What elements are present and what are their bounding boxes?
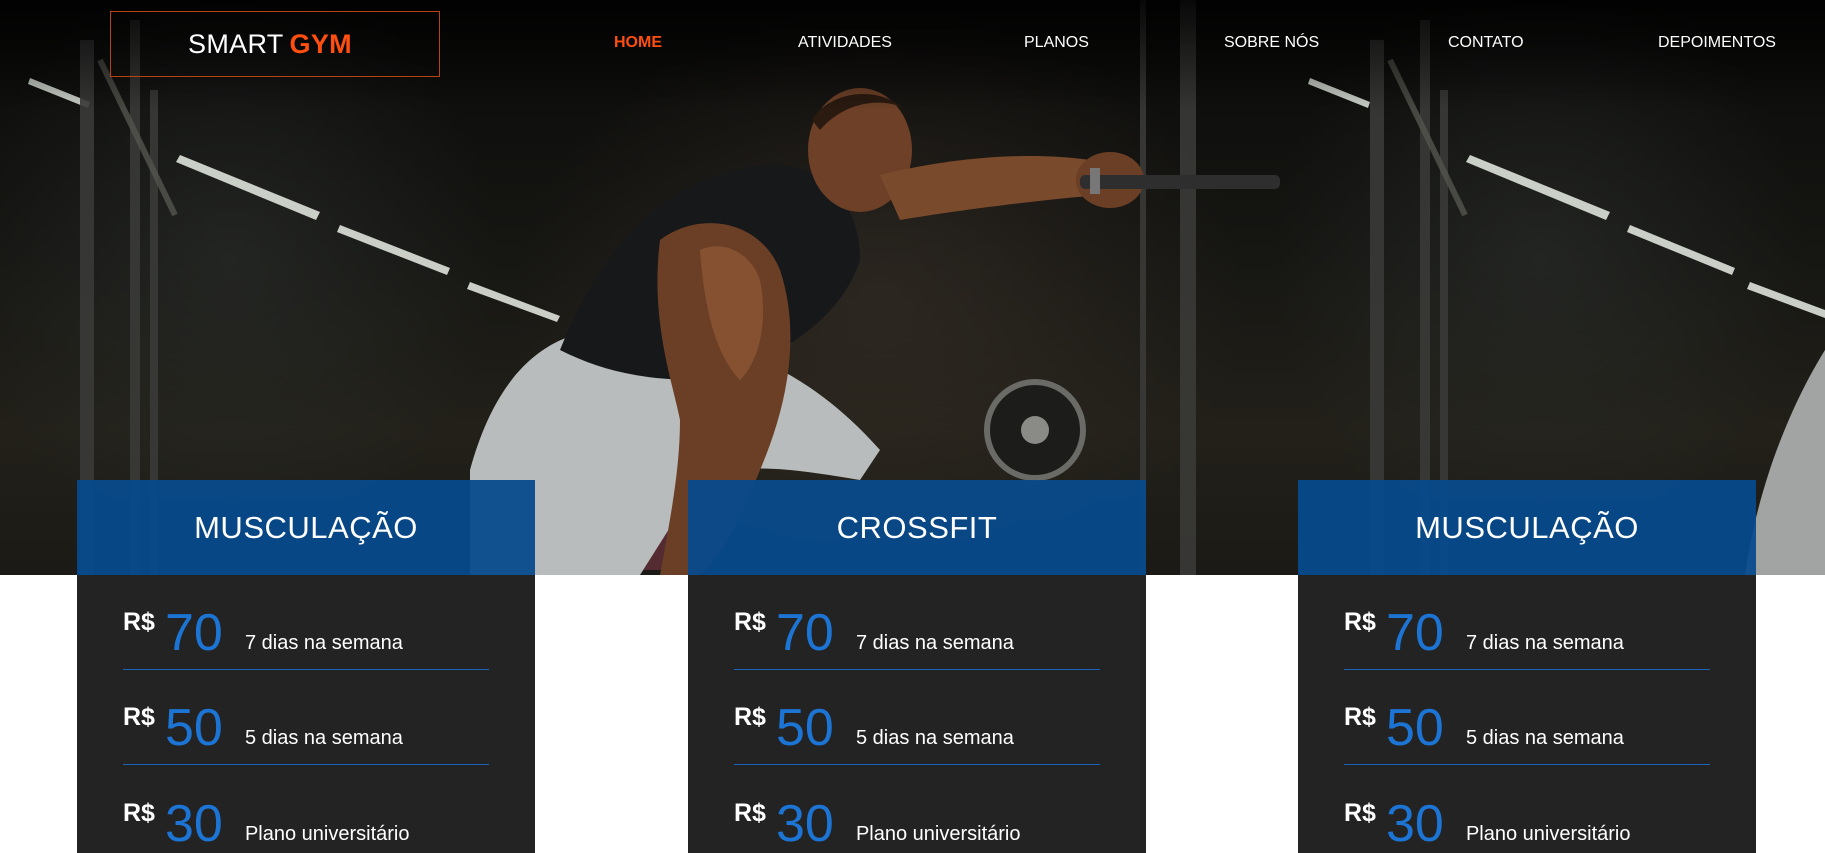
price-currency: R$ — [734, 799, 766, 827]
plan-title: MUSCULAÇÃO — [1415, 509, 1639, 545]
price-amount: 70 — [164, 604, 223, 662]
price-row[interactable]: R$ 30 Plano universitário — [734, 765, 1100, 853]
price-row[interactable]: R$ 30 Plano universitário — [1344, 765, 1710, 853]
price-amount: 30 — [775, 795, 834, 853]
plan-card-crossfit: CROSSFIT R$ 70 7 dias na semana R$ 50 5 … — [688, 480, 1146, 853]
plan-card-body: R$ 70 7 dias na semana R$ 50 5 dias na s… — [77, 575, 535, 853]
nav-sobre-nos[interactable]: SOBRE NÓS — [1224, 34, 1319, 52]
price-currency: R$ — [123, 608, 155, 636]
plan-card-body: R$ 70 7 dias na semana R$ 50 5 dias na s… — [688, 575, 1146, 853]
price-amount: 30 — [1385, 795, 1444, 853]
price-amount: 30 — [164, 795, 223, 853]
price-row[interactable]: R$ 50 5 dias na semana — [734, 670, 1100, 765]
price-row[interactable]: R$ 50 5 dias na semana — [123, 670, 489, 765]
price-row[interactable]: R$ 50 5 dias na semana — [1344, 670, 1710, 765]
nav-planos[interactable]: PLANOS — [1024, 34, 1089, 52]
logo[interactable]: SMART GYM — [110, 11, 440, 77]
plan-card-body: R$ 70 7 dias na semana R$ 50 5 dias na s… — [1298, 575, 1756, 853]
price-row[interactable]: R$ 70 7 dias na semana — [734, 575, 1100, 670]
logo-name: SMART — [188, 28, 284, 59]
nav-depoimentos[interactable]: DEPOIMENTOS — [1658, 34, 1776, 52]
price-description: 7 dias na semana — [1465, 632, 1624, 654]
plan-title: MUSCULAÇÃO — [194, 509, 418, 545]
price-row[interactable]: R$ 70 7 dias na semana — [123, 575, 489, 670]
price-amount: 50 — [775, 699, 834, 757]
plan-card-header: CROSSFIT — [688, 480, 1146, 575]
price-description: Plano universitário — [1465, 823, 1631, 845]
nav-contato[interactable]: CONTATO — [1448, 34, 1524, 52]
price-row[interactable]: R$ 30 Plano universitário — [123, 765, 489, 853]
plan-title: CROSSFIT — [836, 509, 998, 545]
plan-card-header: MUSCULAÇÃO — [1298, 480, 1756, 575]
logo-text: SMART GYM — [188, 29, 352, 60]
plan-card-musculacao-2: MUSCULAÇÃO R$ 70 7 dias na semana R$ 50 … — [1298, 480, 1756, 853]
price-description: 5 dias na semana — [1465, 727, 1624, 749]
price-currency: R$ — [123, 703, 155, 731]
price-row[interactable]: R$ 70 7 dias na semana — [1344, 575, 1710, 670]
price-description: 7 dias na semana — [244, 632, 403, 654]
price-currency: R$ — [1344, 799, 1376, 827]
nav-home[interactable]: HOME — [614, 34, 662, 52]
price-currency: R$ — [1344, 608, 1376, 636]
price-amount: 50 — [164, 699, 223, 757]
price-currency: R$ — [1344, 703, 1376, 731]
price-amount: 50 — [1385, 699, 1444, 757]
nav-atividades[interactable]: ATIVIDADES — [798, 34, 892, 52]
price-description: 7 dias na semana — [855, 632, 1014, 654]
price-description: Plano universitário — [244, 823, 410, 845]
price-amount: 70 — [1385, 604, 1444, 662]
plan-card-header: MUSCULAÇÃO — [77, 480, 535, 575]
price-description: Plano universitário — [855, 823, 1021, 845]
price-amount: 70 — [775, 604, 834, 662]
plan-card-musculacao: MUSCULAÇÃO R$ 70 7 dias na semana R$ 50 … — [77, 480, 535, 853]
price-currency: R$ — [123, 799, 155, 827]
price-currency: R$ — [734, 703, 766, 731]
logo-accent: GYM — [289, 28, 352, 59]
price-currency: R$ — [734, 608, 766, 636]
price-description: 5 dias na semana — [244, 727, 403, 749]
price-description: 5 dias na semana — [855, 727, 1014, 749]
